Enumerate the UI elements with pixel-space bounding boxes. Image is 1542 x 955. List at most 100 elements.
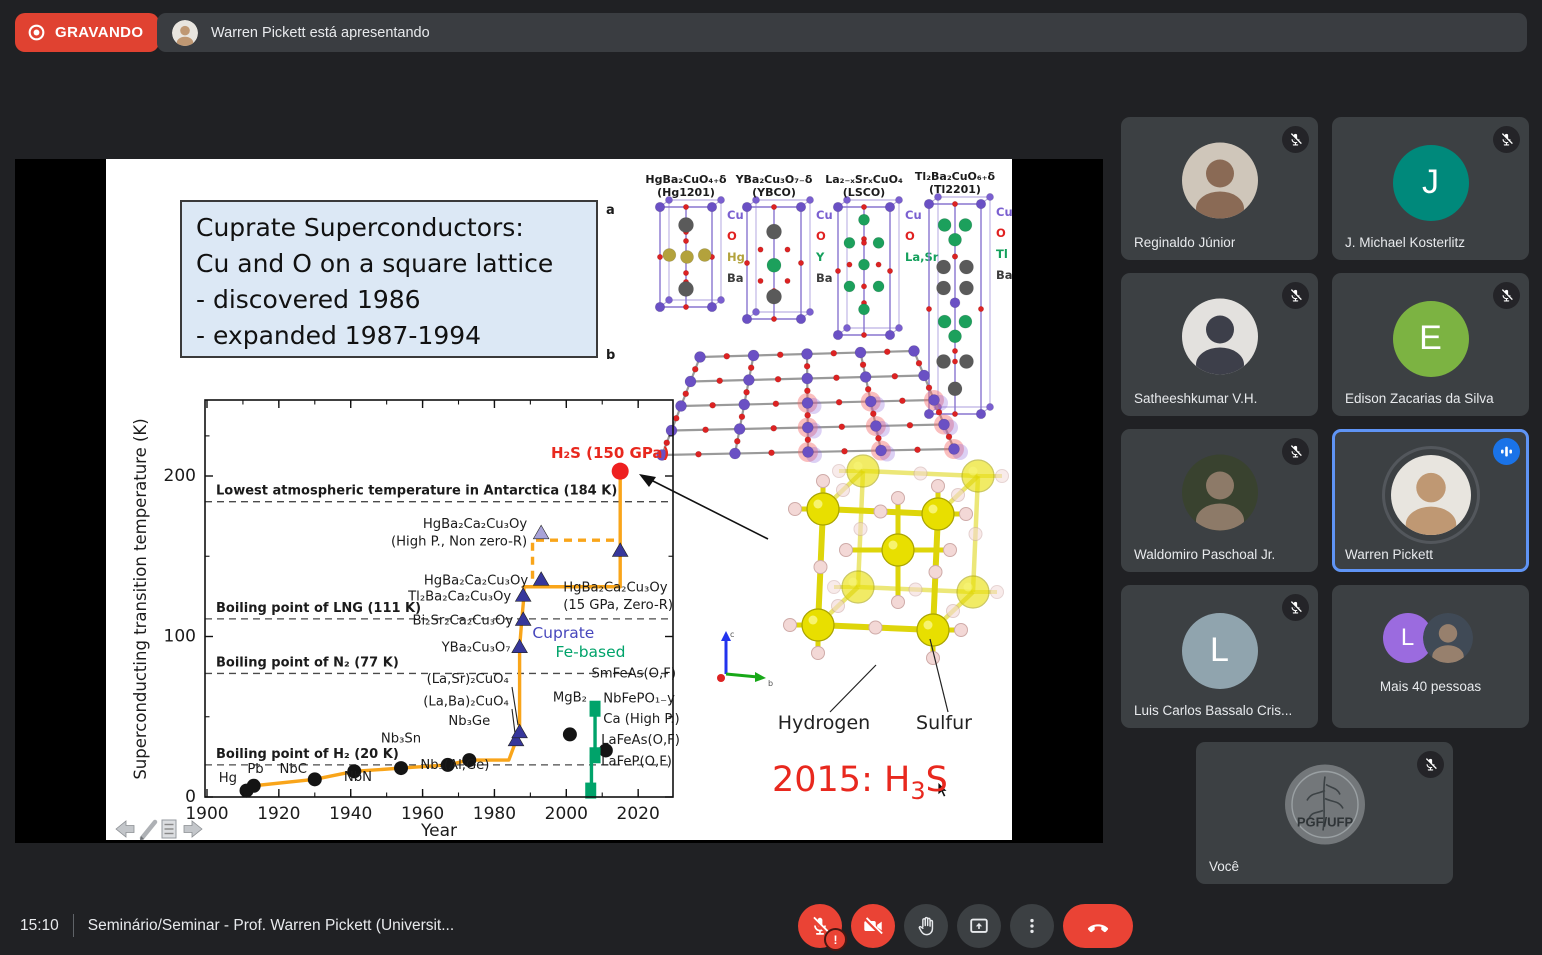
svg-text:(High P., Non zero-R): (High P., Non zero-R): [391, 534, 527, 549]
microphone-off-icon: [1500, 133, 1513, 146]
camera-off-icon: [864, 917, 883, 936]
svg-text:O: O: [727, 229, 737, 243]
present-screen-icon: [970, 918, 988, 933]
svg-text:Bi₂Sr₂Ca₂Cu₃Oy: Bi₂Sr₂Ca₂Cu₃Oy: [412, 613, 513, 628]
svg-text:PGF/UFP: PGF/UFP: [1296, 815, 1353, 830]
presentation-stage: a b HgBa₂CuO₄₊δ (Hg1201) Cu O Hg Ba YBa₂Cu₃O₇₋δ(…: [15, 159, 1103, 843]
svg-text:Boiling point of LNG (111 K): Boiling point of LNG (111 K): [216, 601, 421, 616]
svg-text:a: a: [606, 203, 615, 218]
svg-text:Sulfur: Sulfur: [916, 712, 972, 734]
mic-muted-icon: [1282, 126, 1309, 153]
participant-name: Waldomiro Paschoal Jr.: [1134, 547, 1276, 562]
svg-text:Superconducting transition tem: Superconducting transition temperature (…: [131, 418, 150, 779]
letter-avatar: J: [1392, 144, 1469, 221]
participant-tile-7[interactable]: L Luis Carlos Bassalo Cris...: [1121, 585, 1318, 728]
avatar: [1181, 142, 1258, 223]
participant-name: Mais 40 pessoas: [1379, 679, 1482, 694]
svg-text:Y: Y: [815, 250, 825, 264]
microphone-off-button[interactable]: !: [798, 904, 847, 951]
letter-avatar: L: [1181, 612, 1258, 689]
participant-tile-2[interactable]: J J. Michael Kosterlitz: [1332, 117, 1529, 260]
mic-warning-badge: !: [824, 928, 847, 951]
participants-grid: Reginaldo Júnior J J. Michael Kosterlitz …: [1121, 117, 1529, 887]
svg-text:0: 0: [185, 787, 196, 807]
divider: [72, 914, 74, 937]
participant-name: Você: [1209, 859, 1240, 874]
svg-text:Hydrogen: Hydrogen: [778, 712, 870, 734]
svg-text:Ba: Ba: [996, 268, 1012, 282]
svg-text:Tl₂Ba₂CuO₆₊δ: Tl₂Ba₂CuO₆₊δ: [915, 170, 996, 183]
svg-text:100: 100: [164, 627, 196, 647]
svg-text:HgBa₂Ca₂Cu₃Oy: HgBa₂Ca₂Cu₃Oy: [423, 517, 528, 532]
mic-muted-icon: [1493, 126, 1520, 153]
presenting-text: Warren Pickett está apresentando: [211, 24, 430, 41]
microphone-off-icon: [1289, 289, 1302, 302]
svg-text:1940: 1940: [329, 804, 372, 824]
avatar: [1381, 445, 1480, 544]
svg-text:(La,Ba)₂CuO₄: (La,Ba)₂CuO₄: [423, 695, 509, 710]
participant-tile-3[interactable]: Satheeshkumar V.H.: [1121, 273, 1318, 416]
svg-text:Cuprate: Cuprate: [532, 624, 594, 642]
mic-muted-icon: [1417, 751, 1444, 778]
call-controls: !: [798, 904, 1133, 951]
svg-text:2000: 2000: [545, 804, 588, 824]
svg-text:(YBCO): (YBCO): [752, 186, 796, 199]
svg-text:Hg: Hg: [219, 771, 237, 786]
photo-avatar: [1181, 142, 1258, 219]
participant-tile-5[interactable]: Waldomiro Paschoal Jr.: [1121, 429, 1318, 572]
svg-text:(Hg1201): (Hg1201): [657, 186, 715, 199]
photo-avatar: [1390, 454, 1471, 535]
svg-text:NbN: NbN: [344, 770, 372, 785]
participant-tile-6[interactable]: Warren Pickett: [1332, 429, 1529, 572]
avatar: [1181, 298, 1258, 379]
svg-text:Year: Year: [420, 821, 457, 840]
svg-text:2020: 2020: [617, 804, 660, 824]
present-screen-button[interactable]: [957, 904, 1001, 948]
slide-title-box: Cuprate Superconductors: Cu and O on a sq…: [180, 200, 598, 358]
slide-title-line-3: - expanded 1987-1994: [196, 321, 482, 350]
end-call-icon: [1087, 924, 1109, 933]
svg-text:H₂S (150 GPa): H₂S (150 GPa): [551, 444, 669, 462]
more-options-button[interactable]: [1010, 904, 1054, 948]
google-meet-window: GRAVANDO Warren Pickett está apresentand…: [0, 0, 1542, 955]
svg-text:LaFeP(O,F): LaFeP(O,F): [601, 755, 672, 770]
svg-text:O: O: [905, 229, 915, 243]
participant-tile-9[interactable]: PGF/UFP Você: [1196, 742, 1453, 884]
recording-badge: GRAVANDO: [15, 13, 160, 52]
participant-name: Reginaldo Júnior: [1134, 235, 1236, 250]
slide-2015-h3s-label: 2015: H3S: [772, 760, 948, 805]
svg-text:O: O: [996, 226, 1006, 240]
more-options-icon: [1030, 918, 1034, 934]
svg-text:1980: 1980: [473, 804, 516, 824]
svg-text:Tl₂Ba₂Ca₂Cu₃Oy: Tl₂Ba₂Ca₂Cu₃Oy: [407, 589, 511, 604]
mic-muted-icon: [1282, 438, 1309, 465]
participant-tile-8[interactable]: L Mais 40 pessoas: [1332, 585, 1529, 728]
participant-name: Luis Carlos Bassalo Cris...: [1134, 703, 1293, 718]
svg-text:LaFeAs(O,F): LaFeAs(O,F): [601, 733, 680, 748]
microphone-off-icon: [1289, 601, 1302, 614]
participant-tile-1[interactable]: Reginaldo Júnior: [1121, 117, 1318, 260]
svg-text:YBa₂Cu₃O₇: YBa₂Cu₃O₇: [441, 641, 511, 656]
mic-muted-icon: [1282, 282, 1309, 309]
svg-text:Cu: Cu: [816, 208, 833, 222]
photo-avatar: [1181, 454, 1258, 531]
svg-text:b: b: [606, 348, 615, 363]
raise-hand-icon: [918, 916, 933, 935]
avatar: E: [1392, 300, 1469, 377]
participant-tile-4[interactable]: E Edison Zacarias da Silva: [1332, 273, 1529, 416]
microphone-off-icon: [1289, 133, 1302, 146]
svg-text:La₂₋ₓSrₓCuO₄: La₂₋ₓSrₓCuO₄: [825, 173, 903, 186]
photo-avatar: [1422, 613, 1473, 664]
participant-name: Edison Zacarias da Silva: [1345, 391, 1494, 406]
camera-off-button[interactable]: [851, 904, 895, 948]
presentation-slide[interactable]: a b HgBa₂CuO₄₊δ (Hg1201) Cu O Hg Ba YBa₂Cu₃O₇₋δ(…: [106, 159, 1012, 840]
raise-hand-button[interactable]: [904, 904, 948, 948]
meeting-title: Seminário/Seminar - Prof. Warren Pickett…: [87, 916, 455, 934]
clock: 15:10: [20, 916, 59, 934]
avatar: [1181, 454, 1258, 535]
svg-text:MgB₂: MgB₂: [553, 691, 587, 706]
presenter-avatar: [172, 19, 198, 46]
end-call-button[interactable]: [1063, 904, 1133, 948]
svg-text:SmFeAs(O,F): SmFeAs(O,F): [591, 666, 676, 681]
svg-text:La,Sr: La,Sr: [905, 250, 939, 264]
